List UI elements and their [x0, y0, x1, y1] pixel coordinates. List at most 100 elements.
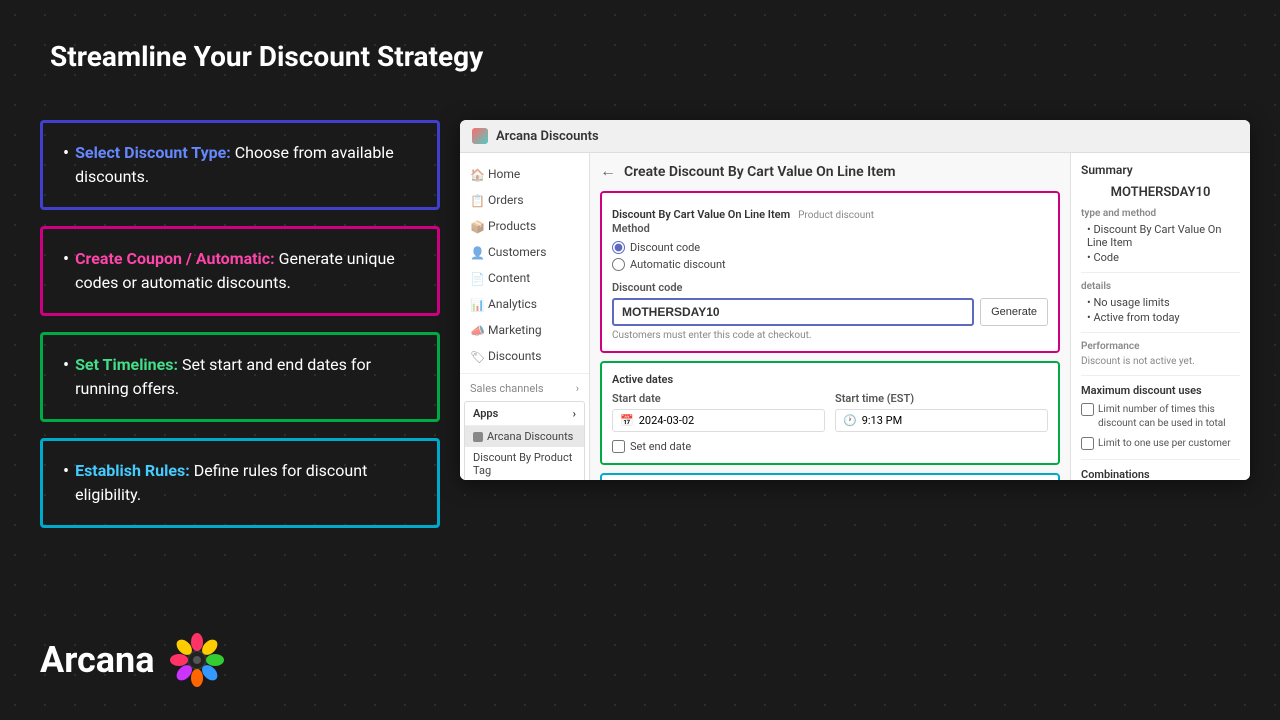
discount-section: Discount By Cart Value On Line Item Prod… [600, 191, 1060, 353]
back-button[interactable]: ← [600, 163, 616, 181]
home-icon: 🏠 [470, 168, 482, 180]
checkbox-per-customer-input[interactable] [1081, 437, 1094, 450]
card-create-coupon: • Create Coupon / Automatic: Generate un… [40, 226, 440, 316]
rules-section: Add rules [600, 473, 1060, 480]
start-time-label: Start time (EST) [835, 392, 1048, 405]
sales-channels-label: Sales channels [470, 382, 544, 395]
card-3-title: Set Timelines: [75, 355, 178, 374]
sidebar-label-content: Content [488, 271, 530, 285]
card-1-text: Select Discount Type: Choose from availa… [75, 141, 417, 189]
page-header: ← Create Discount By Cart Value On Line … [600, 163, 1060, 181]
code-input-row: Generate [612, 298, 1048, 326]
method-label: Method [612, 222, 1048, 235]
card-select-discount: • Select Discount Type: Choose from avai… [40, 120, 440, 210]
apps-expand-icon[interactable]: › [573, 407, 576, 420]
arcana-menu-icon [473, 432, 483, 442]
card-4-title: Establish Rules: [75, 461, 190, 480]
start-date-field: Start date 📅 2024-03-02 [612, 392, 825, 432]
products-icon: 📦 [470, 220, 482, 232]
summary-title: Summary [1081, 163, 1240, 177]
calendar-icon: 📅 [620, 414, 634, 427]
analytics-icon: 📊 [470, 298, 482, 310]
checkbox-per-customer: Limit to one use per customer [1081, 437, 1240, 451]
end-date-checkbox[interactable] [612, 440, 625, 453]
checkbox-total-input[interactable] [1081, 403, 1094, 416]
app-menu-arcana[interactable]: Arcana Discounts [465, 426, 584, 447]
checkbox-per-customer-label: Limit to one use per customer [1098, 437, 1231, 451]
apps-panel: Apps › Arcana Discounts Discount By Prod… [464, 401, 585, 480]
end-date-label: Set end date [630, 440, 691, 453]
sidebar-label-customers: Customers [488, 245, 546, 259]
details-label: details [1081, 281, 1240, 292]
logo-text: Arcana [40, 639, 155, 681]
sidebar-label-analytics: Analytics [488, 297, 537, 311]
radio-group: Discount code Automatic discount [612, 241, 1048, 271]
sidebar-item-orders[interactable]: 📋 Orders [460, 187, 589, 213]
content-icon: 📄 [470, 272, 482, 284]
radio-discount-code-label: Discount code [630, 241, 700, 254]
radio-discount-code-input[interactable] [612, 241, 625, 254]
start-date-value: 2024-03-02 [639, 414, 695, 427]
app-menu-product-tag[interactable]: Discount By Product Tag [465, 447, 584, 480]
sidebar-item-discounts[interactable]: 🏷 Discounts [460, 343, 589, 369]
combinations-title: Combinations [1081, 468, 1240, 480]
app-icon [472, 128, 488, 144]
checkbox-total-label: Limit number of times this discount can … [1098, 403, 1240, 431]
summary-type-item-0: • Discount By Cart Value On Line Item [1081, 223, 1240, 249]
sidebar-label-marketing: Marketing [488, 323, 542, 337]
dates-section: Active dates Start date 📅 2024-03-02 Sta… [600, 361, 1060, 465]
clock-icon: 🕐 [843, 414, 857, 427]
card-set-timelines: • Set Timelines: Set start and end dates… [40, 332, 440, 422]
checkbox-total: Limit number of times this discount can … [1081, 403, 1240, 431]
end-date-row: Set end date [612, 440, 1048, 453]
marketing-icon: 📣 [470, 324, 482, 336]
bullet-dot-4: • [63, 459, 69, 507]
card-establish-rules: • Establish Rules: Define rules for disc… [40, 438, 440, 528]
apps-label: Apps [473, 407, 498, 420]
app-header: Arcana Discounts [460, 120, 1250, 153]
start-time-field: Start time (EST) 🕐 9:13 PM [835, 392, 1048, 432]
generate-button[interactable]: Generate [980, 298, 1048, 326]
sidebar-label-home: Home [488, 167, 520, 181]
max-uses-title: Maximum discount uses [1081, 384, 1240, 397]
coupon-code-display: MOTHERSDAY10 [1081, 185, 1240, 200]
app-panel: Arcana Discounts 🏠 Home 📋 Orders 📦 Produ… [460, 120, 1250, 480]
sidebar-item-products[interactable]: 📦 Products [460, 213, 589, 239]
bullet-dot-1: • [63, 141, 69, 189]
summary-detail-0: • No usage limits [1081, 296, 1240, 309]
discount-code-input[interactable] [612, 298, 974, 326]
app-menu-product-tag-label: Discount By Product Tag [473, 451, 576, 477]
page-title: Create Discount By Cart Value On Line It… [624, 164, 896, 180]
summary-panel: Summary MOTHERSDAY10 type and method • D… [1070, 153, 1250, 480]
summary-sep-2 [1081, 332, 1240, 333]
sidebar-item-home[interactable]: 🏠 Home [460, 161, 589, 187]
start-date-input[interactable]: 📅 2024-03-02 [612, 409, 825, 432]
sidebar-label-products: Products [488, 219, 536, 233]
card-2-text: Create Coupon / Automatic: Generate uniq… [75, 247, 417, 295]
start-time-input[interactable]: 🕐 9:13 PM [835, 409, 1048, 432]
sidebar: 🏠 Home 📋 Orders 📦 Products 👤 Customers 📄… [460, 153, 590, 480]
code-field-label: Discount code [612, 281, 1048, 294]
card-2-title: Create Coupon / Automatic: [75, 249, 275, 268]
cards-container: • Select Discount Type: Choose from avai… [40, 120, 440, 528]
card-3-text: Set Timelines: Set start and end dates f… [75, 353, 417, 401]
radio-automatic-discount-label: Automatic discount [630, 258, 726, 271]
sidebar-item-customers[interactable]: 👤 Customers [460, 239, 589, 265]
sales-channels-arrow: › [576, 382, 579, 395]
bullet-dot-3: • [63, 353, 69, 401]
summary-sep-1 [1081, 272, 1240, 273]
summary-sep-4 [1081, 459, 1240, 460]
radio-automatic-discount-input[interactable] [612, 258, 625, 271]
main-content: ← Create Discount By Cart Value On Line … [590, 153, 1070, 480]
sidebar-item-content[interactable]: 📄 Content [460, 265, 589, 291]
sidebar-item-marketing[interactable]: 📣 Marketing [460, 317, 589, 343]
discount-type-label: Discount By Cart Value On Line Item [612, 208, 790, 221]
discounts-icon: 🏷 [470, 350, 482, 362]
sidebar-label-orders: Orders [488, 193, 524, 207]
sidebar-divider [460, 373, 589, 374]
start-date-label: Start date [612, 392, 825, 405]
radio-automatic-discount[interactable]: Automatic discount [612, 258, 1048, 271]
radio-discount-code[interactable]: Discount code [612, 241, 1048, 254]
summary-type-item-1: • Code [1081, 251, 1240, 264]
sidebar-item-analytics[interactable]: 📊 Analytics [460, 291, 589, 317]
